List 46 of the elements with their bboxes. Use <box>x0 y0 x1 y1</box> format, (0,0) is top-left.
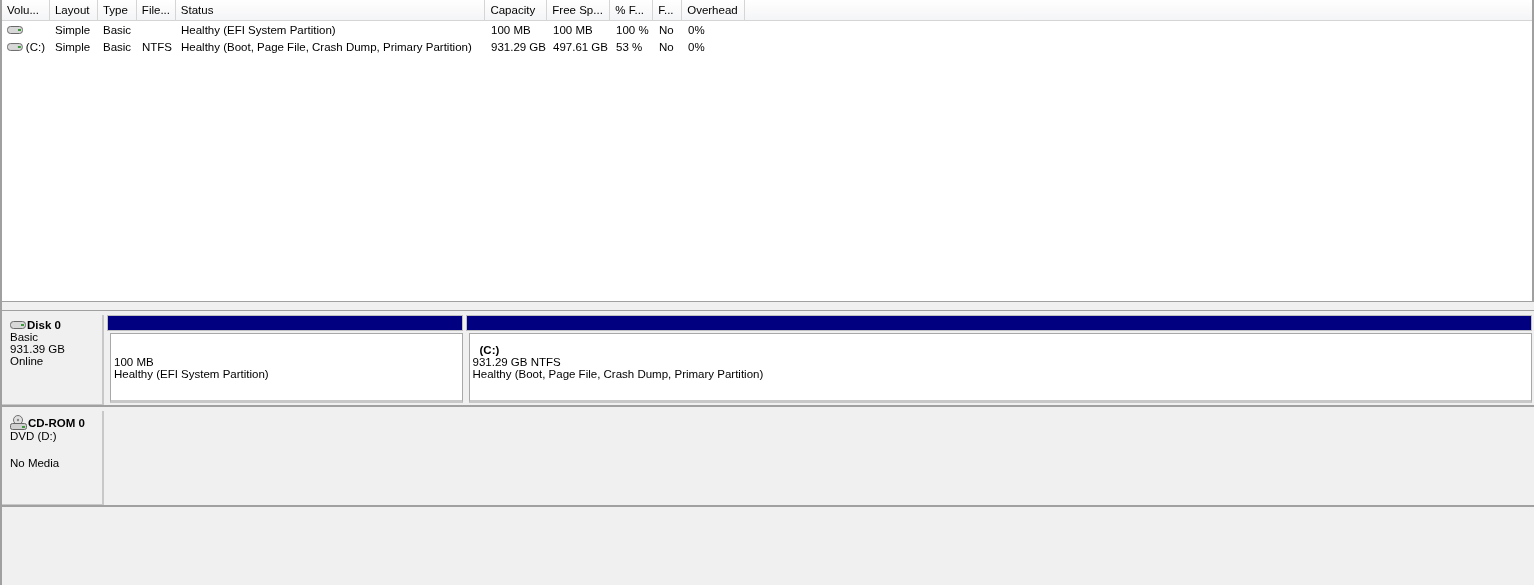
disk-type: Basic <box>10 331 40 343</box>
type-cell: Basic <box>103 23 132 36</box>
disk-name: Disk 0 <box>27 319 61 331</box>
partition-size: 931.29 GB NTFS <box>472 356 562 368</box>
column-header[interactable]: Capacity <box>485 0 548 20</box>
column-header[interactable]: File... <box>136 0 176 20</box>
column-header[interactable]: F... <box>653 0 683 20</box>
overhead-cell: 0% <box>688 40 705 53</box>
drive-icon <box>7 42 23 51</box>
partition-label: (C:) <box>479 344 501 356</box>
overhead-cell: 0% <box>688 23 705 36</box>
fault-cell: No <box>659 40 674 53</box>
column-header[interactable]: Type <box>97 0 137 20</box>
pct-cell: 100 % <box>616 23 649 36</box>
layout-cell: Simple <box>55 40 91 53</box>
partition-box[interactable]: 100 MB Healthy (EFI System Partition) <box>110 333 463 403</box>
drive-icon <box>10 321 26 329</box>
disk-type: DVD (D:) <box>10 430 58 442</box>
free-cell: 497.61 GB <box>553 40 608 53</box>
capacity-cell: 100 MB <box>491 23 531 36</box>
partition-box[interactable]: (C:) 931.29 GB NTFS Healthy (Boot, Page File, Crash Dump, Primary Partition) <box>468 333 1532 403</box>
partition-status: Healthy (Boot, Page File, Crash Dump, Primary Partition) <box>472 368 765 380</box>
volume-cell: (C:) <box>25 40 45 53</box>
drive-icon <box>7 25 23 34</box>
column-header[interactable]: Layout <box>49 0 98 20</box>
partition-size: 100 MB <box>114 356 155 368</box>
status-cell: Healthy (EFI System Partition) <box>181 23 336 36</box>
layout-cell: Simple <box>55 23 91 36</box>
column-header[interactable]: Volu... <box>2 0 50 20</box>
column-header[interactable]: Status <box>175 0 486 20</box>
status-cell: Healthy (Boot, Page File, Crash Dump, Primary Partition) <box>181 40 472 53</box>
column-header[interactable]: Overhead <box>682 0 746 20</box>
column-header[interactable]: Free Sp... <box>547 0 611 20</box>
partition-status: Healthy (EFI System Partition) <box>114 368 270 380</box>
cd-drive-icon <box>10 415 27 430</box>
free-cell: 100 MB <box>553 23 593 36</box>
pct-cell: 53 % <box>616 40 643 53</box>
disk-status: No Media <box>10 457 61 469</box>
file-system-cell: NTFS <box>142 40 173 53</box>
disk-name: CD-ROM 0 <box>28 416 85 429</box>
type-cell: Basic <box>103 40 132 53</box>
column-header[interactable]: % F... <box>610 0 654 20</box>
fault-cell: No <box>659 23 674 36</box>
disk-status: Online <box>10 355 45 367</box>
disk-size: 931.39 GB <box>10 343 66 355</box>
capacity-cell: 931.29 GB <box>491 40 546 53</box>
